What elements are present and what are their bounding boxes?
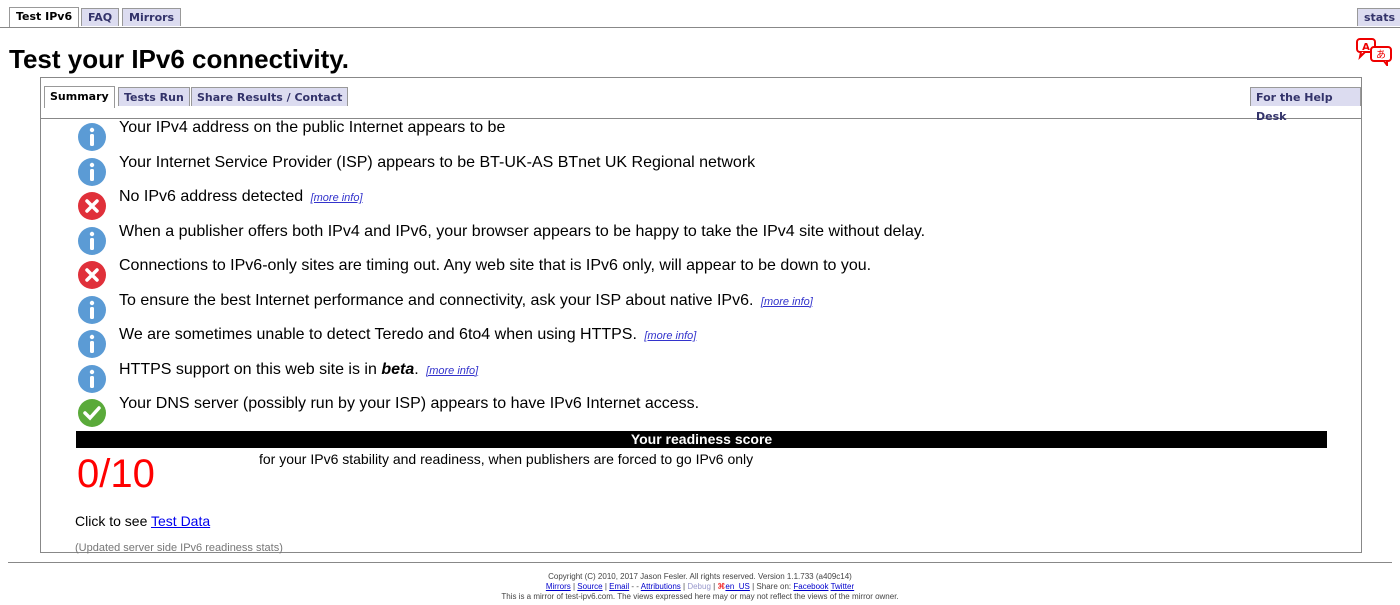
click-prefix: Click to see <box>75 513 148 529</box>
footer-debug[interactable]: Debug <box>687 582 711 591</box>
error-icon <box>78 261 106 289</box>
check-icon <box>78 399 106 427</box>
top-nav: Test IPv6 FAQ Mirrors stats <box>0 0 1400 28</box>
divider <box>8 562 1392 563</box>
result-row: Your DNS server (possibly run by your IS… <box>77 394 699 428</box>
result-row: Connections to IPv6-only sites are timin… <box>77 256 871 290</box>
readiness-score: 0/10 <box>77 452 155 496</box>
result-text: HTTPS support on this web site is in bet… <box>119 360 479 378</box>
result-text: Your IPv4 address on the public Internet… <box>119 119 506 136</box>
info-icon <box>78 330 106 358</box>
result-row: We are sometimes unable to detect Teredo… <box>77 325 696 359</box>
footer-email[interactable]: Email <box>609 582 629 591</box>
tab-tests-run[interactable]: Tests Run <box>118 87 190 106</box>
language-icon[interactable]: A あ <box>1356 38 1394 66</box>
share-twitter[interactable]: Twitter <box>831 582 855 591</box>
result-text: Your Internet Service Provider (ISP) app… <box>119 153 756 171</box>
info-icon <box>78 226 106 255</box>
result-row: HTTPS support on this web site is in bet… <box>77 360 478 394</box>
result-text: No IPv6 address detected [more info] <box>119 188 363 205</box>
tab-mirrors[interactable]: Mirrors <box>122 8 182 26</box>
result-text: Your DNS server (possibly run by your IS… <box>119 395 700 412</box>
more-info-link[interactable]: [more info] <box>644 330 696 342</box>
test-data-line: Click to see Test Data <box>75 513 210 529</box>
footer-attributions[interactable]: Attributions <box>641 582 681 591</box>
tab-summary[interactable]: Summary <box>44 86 115 108</box>
results-tabs: Summary Tests Run Share Results / Contac… <box>41 78 1361 123</box>
result-row: To ensure the best Internet performance … <box>77 291 813 325</box>
result-row: No IPv6 address detected [more info] <box>77 187 363 221</box>
result-text: To ensure the best Internet performance … <box>119 291 813 309</box>
score-description: for your IPv6 stability and readiness, w… <box>259 451 754 467</box>
copyright: Copyright (C) 2010, 2017 Jason Fesler. A… <box>548 572 852 581</box>
footer-locale[interactable]: en_US <box>725 582 749 591</box>
result-row: Your IPv4 address on the public Internet… <box>77 118 505 152</box>
info-icon <box>78 157 106 186</box>
tab-share-results[interactable]: Share Results / Contact <box>191 87 349 106</box>
result-row: Your Internet Service Provider (ISP) app… <box>77 153 755 187</box>
svg-text:A: A <box>1362 42 1370 53</box>
share-facebook[interactable]: Facebook <box>793 582 828 591</box>
result-row: When a publisher offers both IPv4 and IP… <box>77 222 925 256</box>
tab-help-desk[interactable]: For the Help Desk <box>1250 87 1361 123</box>
tab-stats[interactable]: stats <box>1357 8 1400 26</box>
result-text: When a publisher offers both IPv4 and IP… <box>119 222 926 240</box>
footer-source[interactable]: Source <box>577 582 602 591</box>
more-info-link[interactable]: [more info] <box>761 296 813 308</box>
results-panel: Summary Tests Run Share Results / Contac… <box>40 77 1362 554</box>
info-icon <box>78 295 106 324</box>
error-icon <box>78 192 106 220</box>
readiness-header: Your readiness score <box>76 431 1327 448</box>
result-text: Connections to IPv6-only sites are timin… <box>119 257 872 274</box>
mirror-note: This is a mirror of test-ipv6.com. The v… <box>501 592 899 601</box>
footer-mirrors[interactable]: Mirrors <box>546 582 571 591</box>
test-data-link[interactable]: Test Data <box>151 513 210 529</box>
updated-stats-link[interactable]: (Updated server side IPv6 readiness stat… <box>75 542 283 554</box>
page-title: Test your IPv6 connectivity. <box>9 44 350 74</box>
info-icon <box>78 364 106 393</box>
more-info-link[interactable]: [more info] <box>426 365 478 377</box>
tab-test-ipv6[interactable]: Test IPv6 <box>9 7 80 27</box>
result-text: We are sometimes unable to detect Teredo… <box>119 326 697 343</box>
info-icon <box>78 123 106 151</box>
more-info-link[interactable]: [more info] <box>311 192 363 204</box>
tab-faq[interactable]: FAQ <box>81 8 120 26</box>
share-on-label: Share on: <box>756 582 792 591</box>
footer: Copyright (C) 2010, 2017 Jason Fesler. A… <box>0 572 1400 602</box>
svg-text:あ: あ <box>1376 49 1386 61</box>
